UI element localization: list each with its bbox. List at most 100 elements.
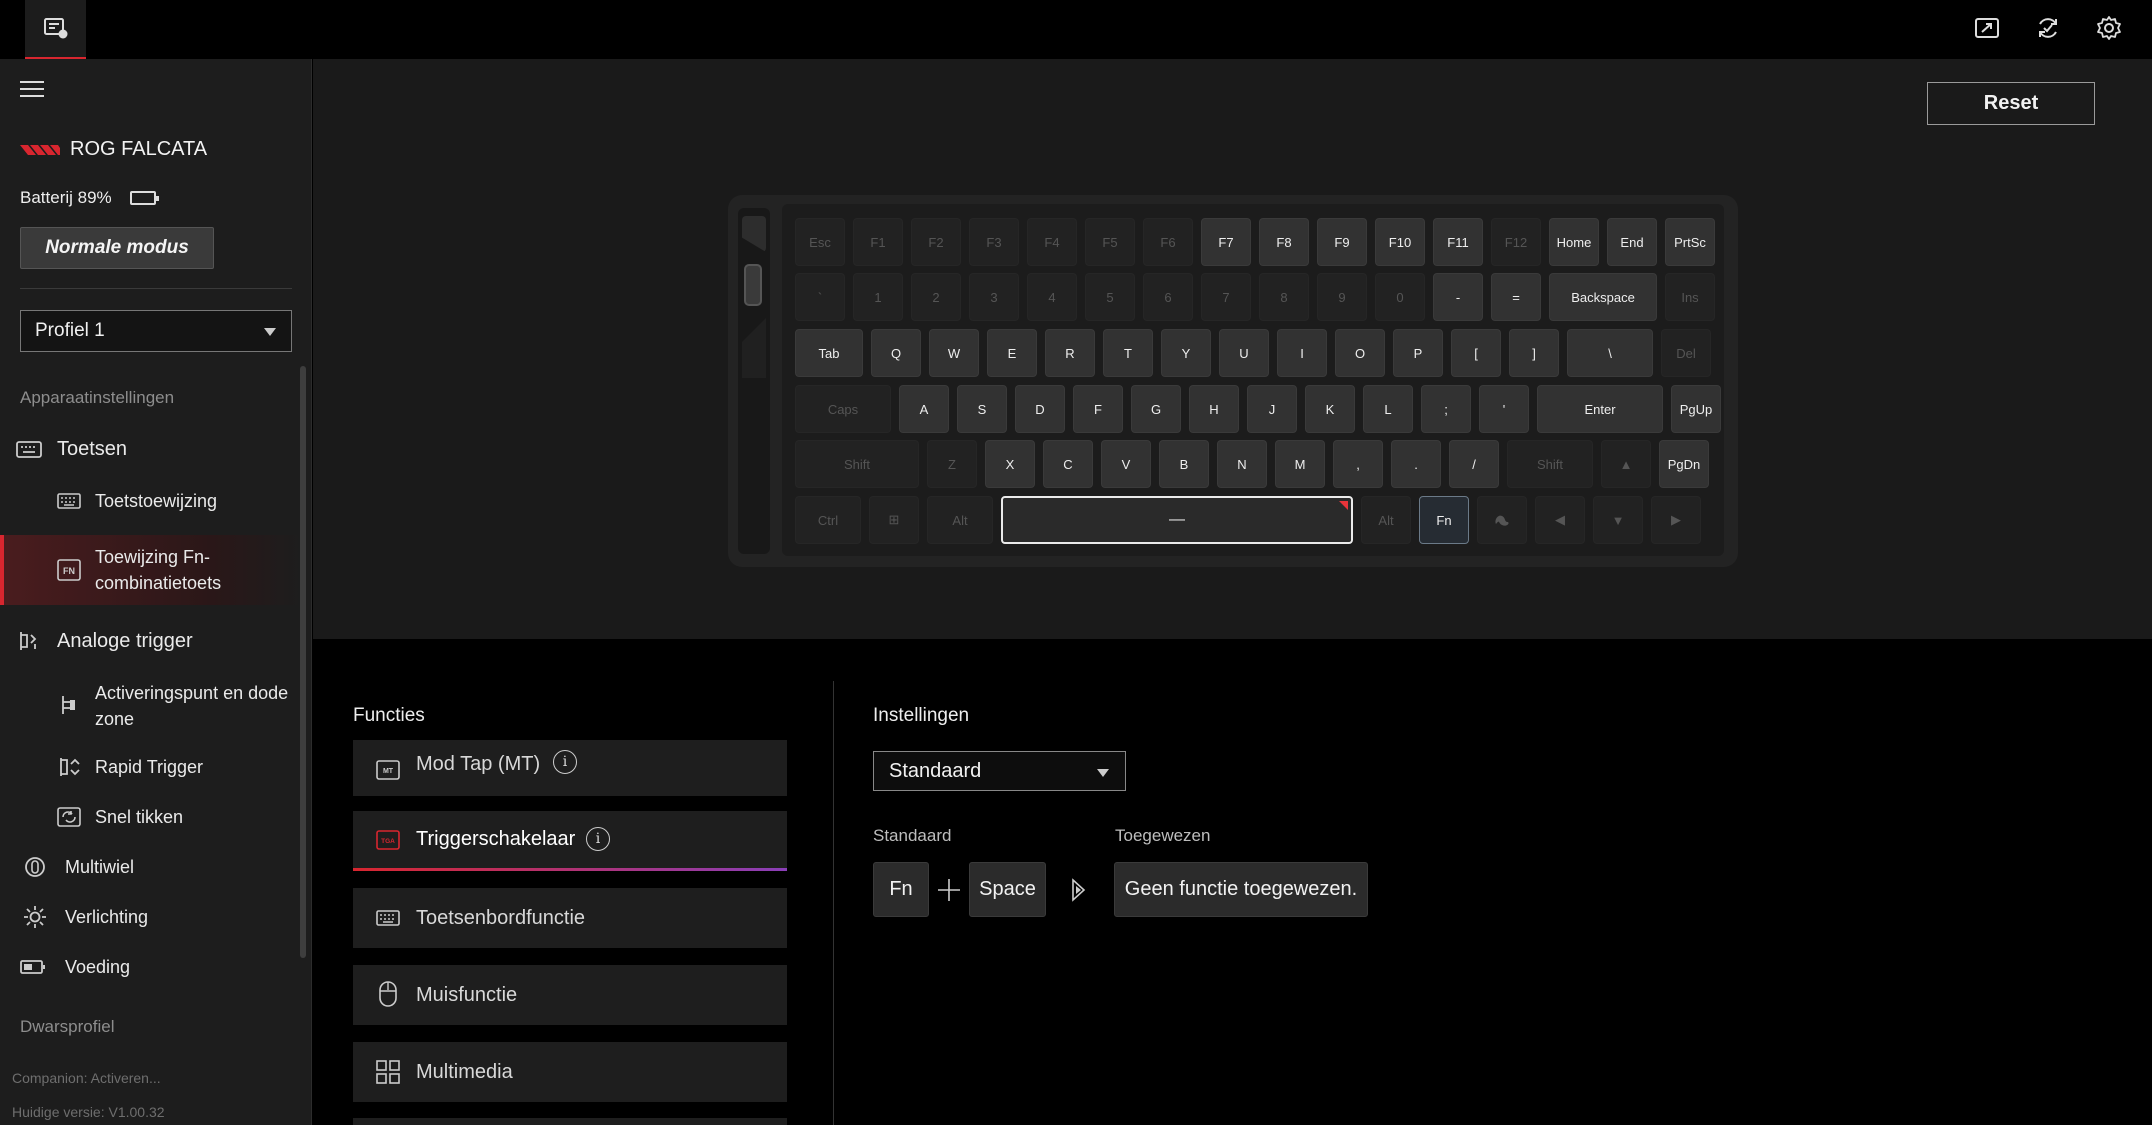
- key-3[interactable]: 3: [969, 273, 1019, 321]
- key-c[interactable]: C: [1043, 440, 1093, 488]
- key-[interactable]: /: [1449, 440, 1499, 488]
- key-enter[interactable]: Enter: [1537, 385, 1663, 433]
- key-f10[interactable]: F10: [1375, 218, 1425, 266]
- key-[interactable]: ]: [1509, 329, 1559, 377]
- key-r[interactable]: R: [1045, 329, 1095, 377]
- sidebar-item-lighting[interactable]: Verlichting: [0, 899, 300, 935]
- key-s[interactable]: S: [957, 385, 1007, 433]
- key-[interactable]: ▼: [1593, 496, 1643, 544]
- info-icon[interactable]: i: [586, 827, 610, 851]
- key-[interactable]: `: [795, 273, 845, 321]
- key-tab[interactable]: Tab: [795, 329, 863, 377]
- key-ctrl[interactable]: Ctrl: [795, 496, 861, 544]
- key-f6[interactable]: F6: [1143, 218, 1193, 266]
- key-k[interactable]: K: [1305, 385, 1355, 433]
- key-[interactable]: ▶: [1651, 496, 1701, 544]
- key-p[interactable]: P: [1393, 329, 1443, 377]
- screen-capture-icon[interactable]: [1969, 12, 2005, 44]
- key-del[interactable]: Del: [1661, 329, 1711, 377]
- key-8[interactable]: 8: [1259, 273, 1309, 321]
- key-[interactable]: ': [1479, 385, 1529, 433]
- key-[interactable]: .: [1391, 440, 1441, 488]
- function-item-mouse[interactable]: Muisfunctie: [353, 965, 787, 1025]
- key-[interactable]: ▲: [1601, 440, 1651, 488]
- key-f3[interactable]: F3: [969, 218, 1019, 266]
- key-pgup[interactable]: PgUp: [1671, 385, 1721, 433]
- sidebar-item-fn-assignment[interactable]: FN Toewijzing Fn-combinatietoets: [0, 535, 300, 605]
- key-l[interactable]: L: [1363, 385, 1413, 433]
- sidebar-item-power[interactable]: Voeding: [0, 949, 300, 985]
- key-esc[interactable]: Esc: [795, 218, 845, 266]
- key-[interactable]: \: [1567, 329, 1653, 377]
- key-h[interactable]: H: [1189, 385, 1239, 433]
- assigned-function-button[interactable]: Geen functie toegewezen.: [1114, 862, 1368, 917]
- mode-button[interactable]: Normale modus: [20, 227, 214, 269]
- sidebar-item-actuation[interactable]: Activeringspunt en dode zone: [0, 677, 300, 733]
- function-item-partial[interactable]: [353, 1118, 787, 1125]
- settings-icon[interactable]: [2091, 12, 2127, 44]
- key-[interactable]: [: [1451, 329, 1501, 377]
- key-y[interactable]: Y: [1161, 329, 1211, 377]
- key-q[interactable]: Q: [871, 329, 921, 377]
- key-fn[interactable]: Fn: [1419, 496, 1469, 544]
- key-n[interactable]: N: [1217, 440, 1267, 488]
- key-0[interactable]: 0: [1375, 273, 1425, 321]
- key-pgdn[interactable]: PgDn: [1659, 440, 1709, 488]
- key-f9[interactable]: F9: [1317, 218, 1367, 266]
- copilot-key[interactable]: [1477, 496, 1527, 544]
- key-u[interactable]: U: [1219, 329, 1269, 377]
- key-f[interactable]: F: [1073, 385, 1123, 433]
- function-item-keyboard-function[interactable]: Toetsenbordfunctie: [353, 888, 787, 948]
- key-9[interactable]: 9: [1317, 273, 1367, 321]
- key-e[interactable]: E: [987, 329, 1037, 377]
- key-[interactable]: ⊞: [869, 496, 919, 544]
- menu-icon[interactable]: [20, 81, 44, 99]
- key-z[interactable]: Z: [927, 440, 977, 488]
- sidebar-item-rapid-trigger[interactable]: Rapid Trigger: [0, 749, 300, 785]
- sidebar-item-analog-trigger[interactable]: Analoge trigger: [0, 623, 300, 659]
- function-item-multimedia[interactable]: Multimedia: [353, 1042, 787, 1102]
- function-item-mod-tap[interactable]: MT Mod Tap (MT) i: [353, 740, 787, 796]
- key-f8[interactable]: F8: [1259, 218, 1309, 266]
- key-6[interactable]: 6: [1143, 273, 1193, 321]
- key-5[interactable]: 5: [1085, 273, 1135, 321]
- function-item-trigger-switch[interactable]: TGA Triggerschakelaar i: [353, 811, 787, 868]
- key-ins[interactable]: Ins: [1665, 273, 1715, 321]
- key-[interactable]: -: [1433, 273, 1483, 321]
- multiwheel-knob[interactable]: [744, 264, 762, 306]
- sidebar-item-key-assignment[interactable]: Toetstoewijzing: [0, 483, 300, 519]
- key-f7[interactable]: F7: [1201, 218, 1251, 266]
- key-d[interactable]: D: [1015, 385, 1065, 433]
- key-b[interactable]: B: [1159, 440, 1209, 488]
- key-f1[interactable]: F1: [853, 218, 903, 266]
- key-1[interactable]: 1: [853, 273, 903, 321]
- profile-select[interactable]: Profiel 1: [20, 310, 292, 352]
- key-f5[interactable]: F5: [1085, 218, 1135, 266]
- key-x[interactable]: X: [985, 440, 1035, 488]
- device-tab[interactable]: [25, 0, 86, 59]
- reset-button[interactable]: Reset: [1927, 82, 2095, 125]
- key-alt[interactable]: Alt: [927, 496, 993, 544]
- key-shift[interactable]: Shift: [795, 440, 919, 488]
- key-j[interactable]: J: [1247, 385, 1297, 433]
- key-prtsc[interactable]: PrtSc: [1665, 218, 1715, 266]
- key-[interactable]: ,: [1333, 440, 1383, 488]
- key-[interactable]: ◀: [1535, 496, 1585, 544]
- key-alt[interactable]: Alt: [1361, 496, 1411, 544]
- key-caps[interactable]: Caps: [795, 385, 891, 433]
- space-key[interactable]: —: [1001, 496, 1353, 544]
- key-[interactable]: =: [1491, 273, 1541, 321]
- mode-select[interactable]: Standaard: [873, 751, 1126, 791]
- key-7[interactable]: 7: [1201, 273, 1251, 321]
- key-w[interactable]: W: [929, 329, 979, 377]
- key-f11[interactable]: F11: [1433, 218, 1483, 266]
- key-o[interactable]: O: [1335, 329, 1385, 377]
- sidebar-item-keys[interactable]: Toetsen: [0, 431, 300, 467]
- key-i[interactable]: I: [1277, 329, 1327, 377]
- key-backspace[interactable]: Backspace: [1549, 273, 1657, 321]
- key-end[interactable]: End: [1607, 218, 1657, 266]
- key-4[interactable]: 4: [1027, 273, 1077, 321]
- key-shift[interactable]: Shift: [1507, 440, 1593, 488]
- key-m[interactable]: M: [1275, 440, 1325, 488]
- key-g[interactable]: G: [1131, 385, 1181, 433]
